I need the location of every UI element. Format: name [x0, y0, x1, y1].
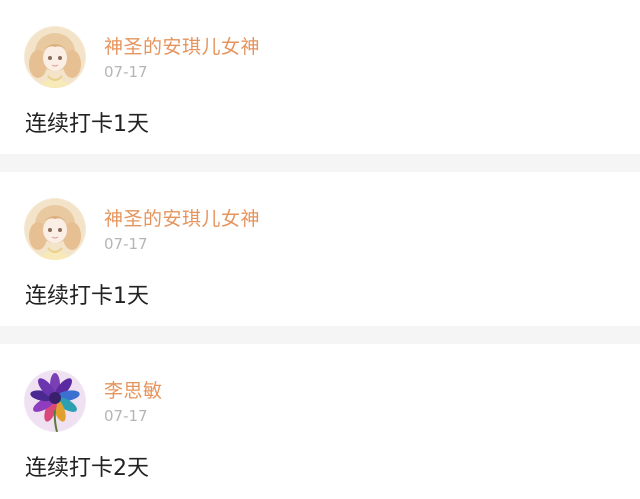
user-avatar[interactable]: [24, 26, 86, 88]
post-text: 连续打卡1天: [25, 284, 149, 309]
checkin-feed: 神圣的安琪儿女神 07-17 连续打卡1天 神圣的安琪儿女神 07-17 连续打…: [0, 0, 640, 499]
anime-girl-avatar-icon: [24, 198, 86, 260]
anime-girl-avatar-icon: [24, 26, 86, 88]
feed-post[interactable]: 神圣的安琪儿女神 07-17 连续打卡1天: [0, 172, 640, 326]
post-date: 07-17: [104, 235, 148, 253]
post-date: 07-17: [104, 63, 148, 81]
username[interactable]: 李思敏: [104, 376, 163, 403]
username[interactable]: 神圣的安琪儿女神: [104, 204, 260, 231]
purple-flower-avatar-icon: [24, 370, 86, 432]
username[interactable]: 神圣的安琪儿女神: [104, 32, 260, 59]
post-text: 连续打卡2天: [25, 456, 149, 481]
post-date: 07-17: [104, 407, 148, 425]
feed-post[interactable]: 神圣的安琪儿女神 07-17 连续打卡1天: [0, 0, 640, 154]
post-text: 连续打卡1天: [25, 112, 149, 137]
user-avatar[interactable]: [24, 370, 86, 432]
user-avatar[interactable]: [24, 198, 86, 260]
feed-post[interactable]: 李思敏 07-17 连续打卡2天: [0, 344, 640, 499]
